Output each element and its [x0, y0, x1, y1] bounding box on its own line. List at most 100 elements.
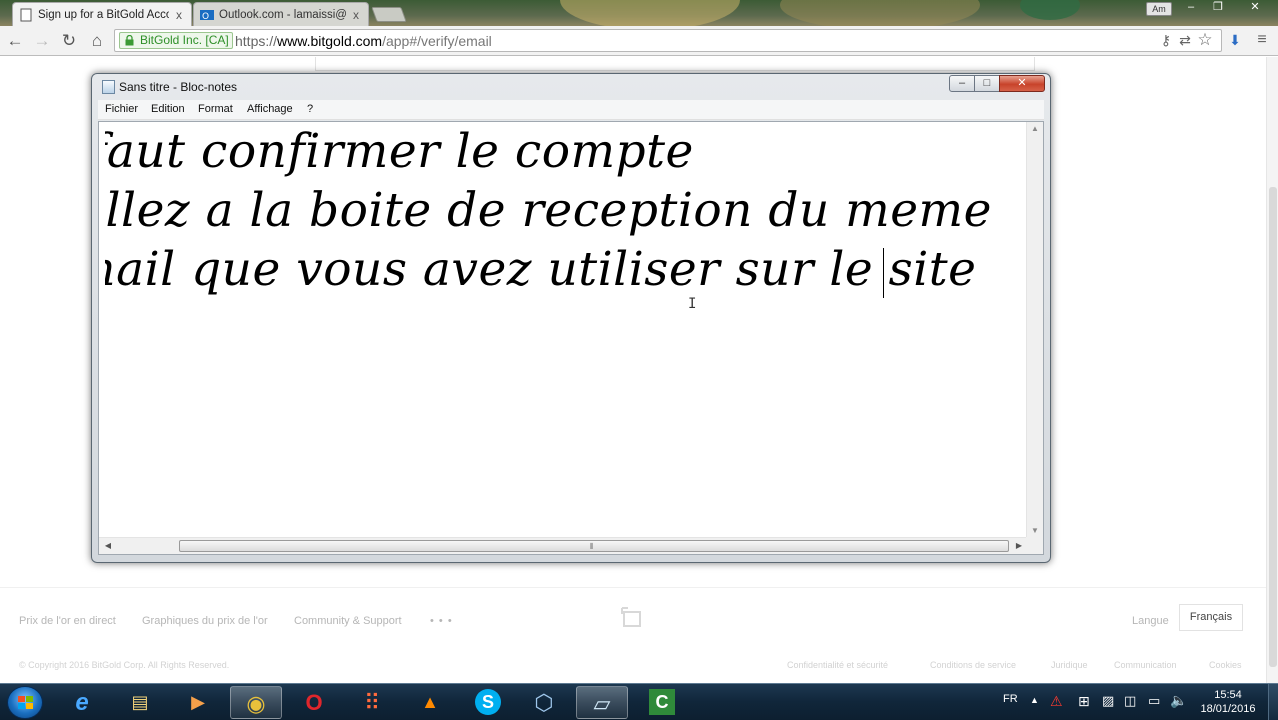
menu-affichage[interactable]: Affichage: [247, 103, 293, 115]
vlc-icon[interactable]: ▲: [404, 686, 456, 719]
text-line-2: allez a la boite de reception du meme: [105, 183, 992, 238]
menu-fichier[interactable]: Fichier: [105, 103, 138, 115]
notepad-text-area[interactable]: faut confirmer le compte allez a la boit…: [105, 122, 1025, 532]
translate-icon[interactable]: ⇄: [1176, 31, 1194, 49]
profile-button[interactable]: Am: [1146, 2, 1172, 16]
horizontal-scrollbar-thumb[interactable]: ⦀: [179, 540, 1009, 552]
system-clock[interactable]: 15:54 18/01/2016: [1196, 688, 1260, 716]
ibeam-cursor-icon: I: [688, 296, 697, 312]
windows-flag-icon[interactable]: ⊞: [1078, 693, 1090, 710]
url-path: /app#/verify/email: [382, 33, 492, 49]
chrome-icon[interactable]: ◉: [230, 686, 282, 719]
skype-icon[interactable]: S: [462, 686, 514, 719]
reload-icon[interactable]: ↻: [58, 30, 80, 52]
start-button[interactable]: [7, 686, 43, 719]
warning-icon[interactable]: ⚠: [1050, 693, 1063, 710]
text-line-1: faut confirmer le compte: [105, 124, 694, 179]
footer-divider: [0, 587, 1278, 588]
text-caret: [883, 248, 884, 298]
text-line-3: mail que vous avez utiliser sur le site: [105, 242, 977, 297]
bookmark-star-icon[interactable]: ☆: [1196, 31, 1214, 49]
url-scheme: https://: [235, 33, 278, 49]
camtasia-glyph: C: [649, 689, 675, 715]
url-text: https://www.bitgold.com/app#/verify/emai…: [235, 33, 492, 49]
tab-close-icon[interactable]: x: [173, 8, 185, 22]
tray-expand-icon[interactable]: ▲: [1030, 695, 1039, 705]
ev-certificate-badge[interactable]: BitGold Inc. [CA]: [119, 32, 233, 49]
notification-icon[interactable]: ◫: [1124, 693, 1136, 709]
footer-bottom: © Copyright 2016 BitGold Corp. All Right…: [0, 660, 1278, 674]
internet-explorer-icon[interactable]: e: [56, 686, 108, 719]
tab-close-icon[interactable]: x: [350, 8, 362, 22]
page-card: [315, 57, 1035, 71]
browser-toolbar: ← → ↻ ⌂ BitGold Inc. [CA] https://www.bi…: [0, 26, 1278, 56]
show-desktop-button[interactable]: [1268, 684, 1278, 720]
browser-tab-strip: Sign up for a BitGold Acco x O Outlook.c…: [0, 0, 1278, 26]
display-icon[interactable]: ▭: [1148, 693, 1160, 709]
menu-format[interactable]: Format: [198, 103, 233, 115]
virtualbox-icon[interactable]: ⬡: [518, 686, 570, 719]
clock-time: 15:54: [1214, 689, 1242, 701]
notepad-titlebar[interactable]: Sans titre - Bloc-notes – □ ✕: [92, 74, 1050, 98]
restore-icon[interactable]: ❐: [1205, 0, 1231, 16]
svg-text:O: O: [202, 12, 209, 22]
footer-link-charts[interactable]: Graphiques du prix de l'or: [142, 615, 268, 627]
close-icon[interactable]: ✕: [999, 75, 1045, 92]
file-explorer-icon[interactable]: ▤: [114, 686, 166, 719]
notepad-title: Sans titre - Bloc-notes: [119, 80, 238, 94]
maximize-icon[interactable]: □: [974, 75, 1000, 92]
input-language[interactable]: FR: [1003, 693, 1018, 705]
footer-link-community[interactable]: Community & Support: [294, 615, 402, 627]
tab-bitgold[interactable]: Sign up for a BitGold Acco x: [12, 2, 192, 26]
media-player-icon[interactable]: ▶: [172, 686, 224, 719]
network-icon[interactable]: ▨: [1102, 693, 1114, 709]
menu-edition[interactable]: Edition: [151, 103, 185, 115]
tab-title: Outlook.com - lamaissi@c: [219, 8, 346, 21]
download-icon[interactable]: ⬇: [1226, 31, 1244, 49]
vertical-scrollbar[interactable]: ▲ ▼: [1026, 122, 1043, 538]
volume-icon[interactable]: 🔈: [1170, 692, 1187, 709]
page-scrollbar[interactable]: [1266, 57, 1278, 683]
bitgold-logo-icon: [621, 607, 641, 627]
screen: Sign up for a BitGold Acco x O Outlook.c…: [0, 0, 1278, 720]
notepad-editor[interactable]: faut confirmer le compte allez a la boit…: [98, 121, 1044, 555]
forward-icon[interactable]: →: [31, 30, 53, 52]
camtasia-icon[interactable]: C: [636, 686, 688, 719]
close-icon[interactable]: ✕: [1240, 0, 1270, 16]
scroll-right-icon[interactable]: ▶: [1012, 538, 1026, 554]
back-icon[interactable]: ←: [4, 30, 26, 52]
opera-icon[interactable]: O: [288, 686, 340, 719]
footer-link-cookies[interactable]: Cookies: [1209, 660, 1242, 670]
home-icon[interactable]: ⌂: [86, 30, 108, 52]
footer-link-communication[interactable]: Communication: [1114, 660, 1177, 670]
horizontal-scrollbar[interactable]: ◀ ⦀ ▶: [99, 537, 1028, 554]
menu-icon[interactable]: ≡: [1253, 31, 1271, 49]
menu-help[interactable]: ?: [307, 103, 313, 115]
language-select[interactable]: Français: [1179, 604, 1243, 631]
footer-link-privacy[interactable]: Confidentialité et sécurité: [787, 660, 888, 670]
scroll-up-icon[interactable]: ▲: [1027, 122, 1043, 136]
scroll-left-icon[interactable]: ◀: [101, 538, 115, 554]
footer-link-terms[interactable]: Conditions de service: [930, 660, 1016, 670]
minimize-icon[interactable]: –: [949, 75, 975, 92]
address-bar[interactable]: BitGold Inc. [CA] https://www.bitgold.co…: [114, 29, 1222, 52]
footer-more-icon[interactable]: • • •: [430, 615, 453, 627]
url-host: www.bitgold.com: [277, 33, 383, 49]
size-grip[interactable]: [1026, 537, 1043, 554]
notepad-taskbar-icon[interactable]: ▱: [576, 686, 628, 719]
new-tab-button[interactable]: [371, 7, 407, 22]
footer-link-legal[interactable]: Juridique: [1051, 660, 1088, 670]
page-icon: [20, 8, 32, 21]
key-icon[interactable]: ⚷: [1157, 31, 1175, 49]
minimize-icon[interactable]: –: [1178, 0, 1204, 16]
notepad-icon: [102, 80, 115, 94]
skype-glyph: S: [475, 689, 501, 715]
app-grid-icon[interactable]: ⠿: [346, 686, 398, 719]
scroll-down-icon[interactable]: ▼: [1027, 524, 1043, 538]
outlook-icon: O: [200, 9, 214, 22]
clock-date: 18/01/2016: [1200, 703, 1256, 715]
tab-outlook[interactable]: O Outlook.com - lamaissi@c x: [193, 2, 369, 26]
footer-link-live-price[interactable]: Prix de l'or en direct: [19, 615, 116, 627]
tab-title: Sign up for a BitGold Acco: [38, 8, 169, 21]
page-scrollbar-thumb[interactable]: [1269, 187, 1277, 667]
